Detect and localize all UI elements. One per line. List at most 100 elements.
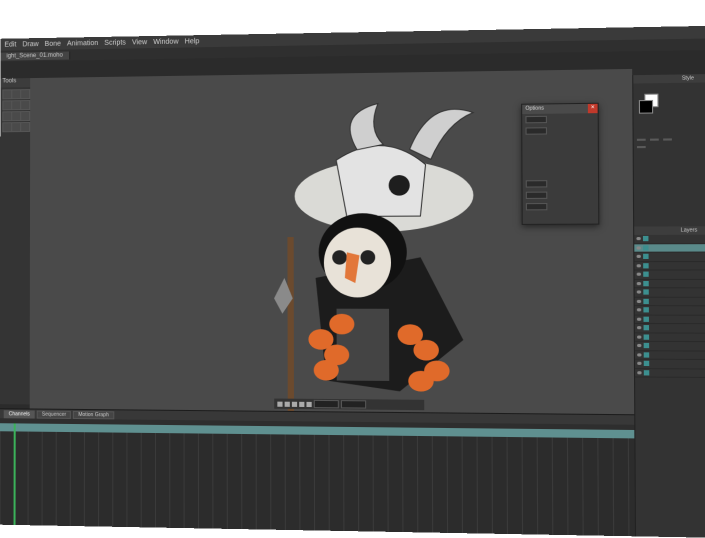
playhead[interactable] — [14, 423, 16, 525]
eye-icon[interactable] — [637, 362, 641, 365]
layer-row[interactable] — [634, 235, 705, 244]
menu-item-edit[interactable]: Edit — [4, 41, 16, 48]
layers-panel: Layers — [634, 226, 705, 538]
fast-forward-icon[interactable] — [306, 401, 311, 406]
dialog-field[interactable] — [526, 192, 548, 199]
eye-icon[interactable] — [637, 309, 641, 312]
advanced-button[interactable] — [637, 145, 646, 147]
dialog-title-text: Options — [525, 105, 544, 111]
layer-row[interactable] — [634, 244, 705, 253]
staff-shape — [287, 237, 294, 411]
layer-thumb-icon — [643, 245, 648, 250]
layer-row[interactable] — [634, 270, 705, 279]
tool-grid — [0, 87, 30, 134]
layer-row[interactable] — [635, 315, 705, 324]
dialog-row — [522, 125, 598, 137]
eye-icon[interactable] — [637, 317, 641, 320]
layer-row[interactable] — [635, 306, 705, 315]
layer-row[interactable] — [635, 297, 705, 306]
menu-item-view[interactable]: View — [132, 39, 147, 46]
left-eye-shape — [332, 250, 347, 264]
options-dialog: Options × — [521, 103, 599, 225]
tab-motion-graph[interactable]: Motion Graph — [73, 410, 114, 418]
right-horn-shape — [409, 109, 473, 160]
layer-thumb-icon — [643, 299, 649, 304]
eye-icon[interactable] — [637, 255, 641, 258]
tools-panel: Tools — [0, 78, 31, 404]
eye-icon[interactable] — [637, 300, 641, 303]
layer-thumb-icon — [643, 281, 648, 286]
dialog-field[interactable] — [525, 116, 547, 124]
layer-thumb-icon — [643, 263, 648, 268]
menu-item-help[interactable]: Help — [185, 38, 200, 45]
stroke-color-swatch[interactable] — [639, 100, 653, 114]
point-tool-icon[interactable] — [20, 89, 30, 99]
left-horn-shape — [350, 103, 383, 149]
eye-icon[interactable] — [637, 264, 641, 267]
app-screen: Edit Draw Bone Animation Scripts View Wi… — [0, 25, 705, 538]
right-eye-shape — [360, 250, 375, 264]
dialog-row — [523, 189, 599, 201]
end-frame-field[interactable] — [341, 400, 366, 408]
step-forward-icon[interactable] — [299, 401, 304, 406]
layer-row[interactable] — [635, 279, 705, 288]
tools-header: Tools — [0, 78, 30, 87]
camera-tool-icon[interactable] — [20, 122, 30, 132]
play-icon[interactable] — [292, 401, 297, 406]
paste-button[interactable] — [650, 138, 659, 140]
timeline-panel: Channels Sequencer Motion Graph — [0, 408, 635, 536]
layer-thumb-icon — [644, 370, 650, 375]
menu-item-animation[interactable]: Animation — [67, 39, 98, 47]
layer-thumb-icon — [644, 343, 650, 348]
close-icon[interactable]: × — [588, 104, 598, 113]
layer-thumb-icon — [643, 272, 648, 277]
copy-button[interactable] — [637, 138, 646, 140]
eye-icon[interactable] — [637, 371, 641, 374]
dialog-row — [523, 178, 599, 190]
layer-row[interactable] — [635, 324, 705, 333]
eye-icon[interactable] — [637, 335, 641, 338]
brush-tool-icon[interactable] — [20, 100, 30, 110]
skull-eye-shape — [389, 175, 410, 196]
layer-row[interactable] — [634, 261, 705, 270]
dialog-row — [522, 113, 598, 125]
layer-row[interactable] — [635, 288, 705, 297]
layer-thumb-icon — [643, 254, 648, 259]
eye-icon[interactable] — [637, 282, 641, 285]
reset-button[interactable] — [663, 138, 672, 140]
document-tab[interactable]: ight_Scene_01.moho — [0, 51, 70, 60]
layer-thumb-icon — [644, 334, 650, 339]
zoom-tool-icon[interactable] — [20, 111, 30, 121]
tab-sequencer[interactable]: Sequencer — [37, 410, 71, 418]
eye-icon[interactable] — [637, 326, 641, 329]
layer-thumb-icon — [643, 236, 648, 241]
layer-thumb-icon — [643, 316, 649, 321]
dialog-field[interactable] — [526, 203, 548, 210]
color-swatches — [633, 82, 705, 136]
menu-item-scripts[interactable]: Scripts — [104, 39, 126, 46]
tab-channels[interactable]: Channels — [4, 410, 35, 418]
menu-item-bone[interactable]: Bone — [45, 40, 61, 47]
rewind-icon[interactable] — [277, 401, 282, 406]
layer-row[interactable] — [634, 253, 705, 262]
layer-thumb-icon — [644, 361, 650, 366]
skull-shape — [336, 145, 426, 216]
menu-item-draw[interactable]: Draw — [22, 41, 38, 48]
eye-icon[interactable] — [637, 344, 641, 347]
eye-icon[interactable] — [637, 291, 641, 294]
eye-icon[interactable] — [637, 273, 641, 276]
eye-icon[interactable] — [637, 353, 641, 356]
dialog-row — [523, 201, 599, 213]
menu-item-window[interactable]: Window — [153, 38, 178, 45]
layer-thumb-icon — [643, 307, 649, 312]
eye-icon[interactable] — [636, 237, 640, 240]
dialog-field[interactable] — [526, 180, 548, 187]
timeline-tracks[interactable] — [0, 431, 635, 536]
eye-icon[interactable] — [636, 246, 640, 249]
step-back-icon[interactable] — [285, 401, 290, 406]
frame-field[interactable] — [314, 400, 339, 408]
right-panel: Style Layers — [632, 74, 705, 538]
layer-thumb-icon — [643, 290, 648, 295]
dialog-field[interactable] — [525, 127, 547, 134]
layer-row[interactable] — [635, 369, 705, 379]
